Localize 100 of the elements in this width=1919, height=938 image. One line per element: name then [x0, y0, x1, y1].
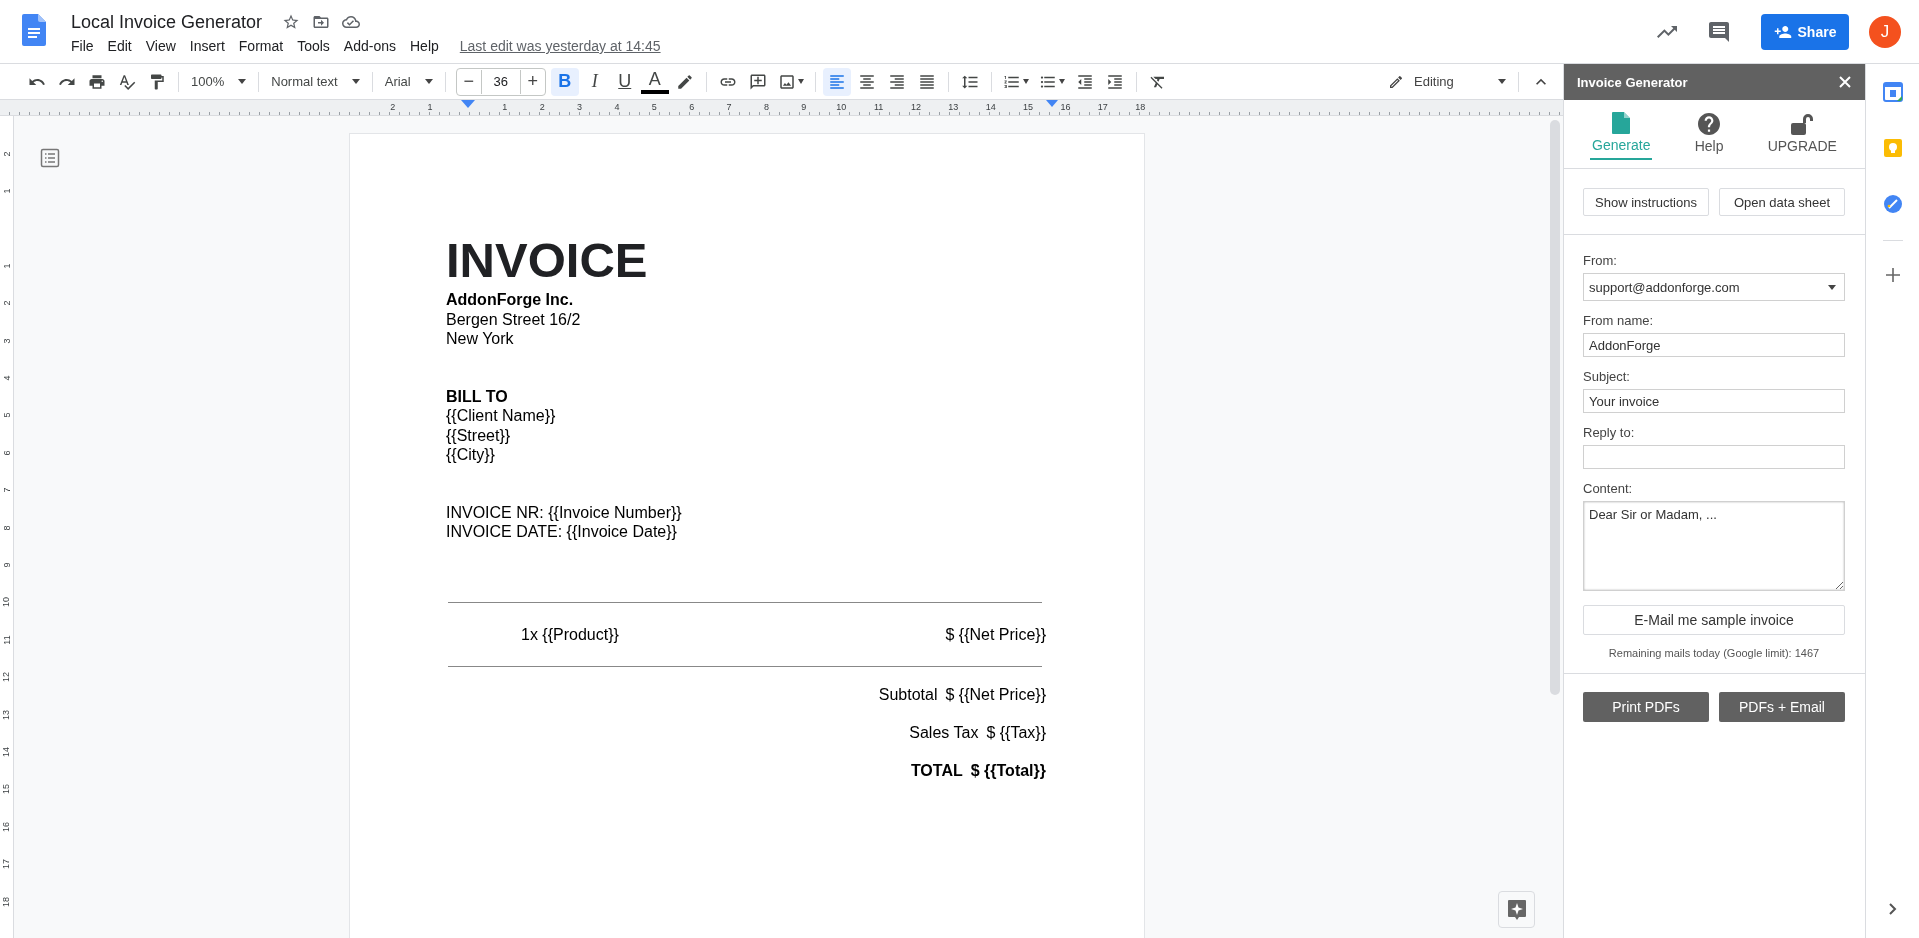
increase-font-size-button[interactable]: +: [520, 68, 545, 95]
italic-button[interactable]: I: [580, 67, 609, 96]
total-label: TOTAL: [910, 761, 963, 781]
document-title[interactable]: Local Invoice Generator: [71, 11, 263, 33]
ruler-number: 7: [1, 487, 12, 493]
ruler-number: 5: [1, 412, 12, 418]
pen-icon: [675, 72, 694, 91]
pdf-button[interactable]: Print PDFs: [1583, 692, 1709, 722]
field-label: From name:: [1583, 313, 1655, 328]
bill-to-line: {{Client Name}}: [446, 406, 557, 426]
sample-invoice-button[interactable]: E-Mail me sample invoice: [1583, 605, 1845, 635]
bill-to-title: BILL TO: [446, 386, 509, 406]
underline-button[interactable]: U: [610, 67, 639, 96]
ruler-number: 4: [614, 102, 620, 112]
folder-icon[interactable]: [312, 13, 331, 31]
add-comment-icon: [748, 72, 767, 91]
total-label: Sales Tax: [909, 723, 979, 743]
align-left-button[interactable]: [822, 67, 851, 96]
close-icon[interactable]: [1839, 76, 1851, 88]
field-label: Reply to:: [1583, 425, 1636, 440]
ruler-number: 11: [1, 635, 12, 645]
input-field[interactable]: AddonForge: [1583, 333, 1845, 357]
tasks-icon[interactable]: [1882, 194, 1903, 214]
menu-item[interactable]: Add-ons: [336, 38, 403, 54]
caret-icon: [1022, 79, 1029, 84]
total-value: $ {{Total}}: [970, 761, 1046, 781]
outline-icon[interactable]: [40, 148, 60, 168]
total-value: $ {{Net Price}}: [945, 685, 1046, 705]
explore-button[interactable]: [1498, 891, 1535, 928]
ruler-number: 17: [1097, 102, 1108, 112]
menu-item[interactable]: Format: [231, 38, 291, 54]
caret-icon: [351, 79, 360, 84]
help-icon: [1698, 112, 1721, 135]
panel-action-button[interactable]: Show instructions: [1583, 188, 1709, 216]
font-size-field[interactable]: 36: [480, 69, 521, 94]
ruler-number: 13: [948, 102, 959, 112]
toolbar-dropdown[interactable]: 100%: [185, 67, 253, 96]
right-indent-marker-icon[interactable]: [1046, 100, 1058, 107]
panel-action-button[interactable]: Open data sheet: [1719, 188, 1845, 216]
input-field[interactable]: Your invoice: [1583, 389, 1845, 413]
align-center-icon: [857, 72, 876, 91]
indent-marker-icon[interactable]: [461, 100, 476, 108]
panel-tab[interactable]: Help: [1692, 100, 1726, 168]
editing-mode-dropdown[interactable]: Editing: [1382, 67, 1512, 96]
decrease-font-size-button[interactable]: −: [456, 68, 481, 95]
ruler-number: 12: [910, 102, 921, 112]
bill-to-line: {{Street}}: [446, 425, 512, 445]
content-field[interactable]: Dear Sir or Madam, ...: [1583, 501, 1845, 591]
input-field[interactable]: [1583, 445, 1845, 469]
ruler-number: 8: [1, 525, 12, 531]
document-icon: [1612, 112, 1631, 134]
ruler-number: 2: [1, 151, 12, 157]
spellcheck-icon: [118, 72, 136, 91]
sender-line: New York: [446, 329, 515, 349]
menu-item[interactable]: Tools: [290, 38, 337, 54]
ruler-number: 1: [427, 102, 433, 112]
docs-logo-icon[interactable]: [22, 14, 46, 46]
menu-item[interactable]: View: [138, 38, 183, 54]
panel-tab[interactable]: UPGRADE: [1765, 100, 1839, 168]
toolbar-dropdown[interactable]: Normal text: [265, 67, 366, 96]
calendar-icon[interactable]: [1882, 82, 1903, 102]
ruler-number: 11: [873, 102, 884, 112]
share-button[interactable]: Share: [1761, 14, 1849, 50]
caret-icon: [424, 79, 433, 84]
print-icon: [88, 72, 106, 91]
ruler-number: 1: [1, 263, 12, 269]
cloud-check-icon[interactable]: [342, 13, 361, 31]
ruler-number: 14: [1, 746, 12, 757]
chevron-right-icon[interactable]: [1887, 902, 1898, 916]
plus-icon[interactable]: [1884, 267, 1901, 283]
last-edit-link[interactable]: Last edit was yesterday at 14:45: [459, 38, 661, 54]
comment-icon[interactable]: [1707, 20, 1731, 44]
ruler-number: 18: [1, 896, 12, 907]
menu-item[interactable]: File: [71, 38, 101, 54]
toolbar-dropdown[interactable]: Arial: [378, 67, 439, 96]
menu-item[interactable]: Insert: [182, 38, 232, 54]
ruler-number: 4: [1, 375, 12, 381]
bold-button[interactable]: B: [550, 67, 579, 96]
font-size-stepper[interactable]: − 36 +: [455, 67, 546, 96]
field-label: Content:: [1583, 481, 1634, 496]
indent-increase-icon: [1105, 72, 1124, 91]
star-icon[interactable]: [282, 13, 301, 31]
unlocked-padlock-icon: [1790, 112, 1815, 135]
menu-item[interactable]: Edit: [100, 38, 139, 54]
menu-item[interactable]: Help: [403, 38, 446, 54]
ruler-number: 1: [502, 102, 508, 112]
text-color-button[interactable]: A: [640, 69, 669, 94]
invoice-info-line: INVOICE NR: {{Invoice Number}}: [446, 502, 683, 522]
ruler-number: 9: [801, 102, 807, 112]
ruler-number: 6: [689, 102, 695, 112]
invoice-heading: INVOICE: [446, 232, 649, 288]
ruler-number: 17: [1, 859, 12, 870]
align-justify-icon: [917, 72, 936, 91]
image-icon: [777, 72, 796, 91]
pdf-button[interactable]: PDFs + Email: [1719, 692, 1845, 722]
ruler-number: 14: [985, 102, 996, 112]
ruler-number: 2: [1, 300, 12, 306]
field-label: Subject:: [1583, 369, 1631, 384]
caret-icon: [1828, 284, 1836, 290]
from-select[interactable]: support@addonforge.com: [1583, 273, 1845, 301]
